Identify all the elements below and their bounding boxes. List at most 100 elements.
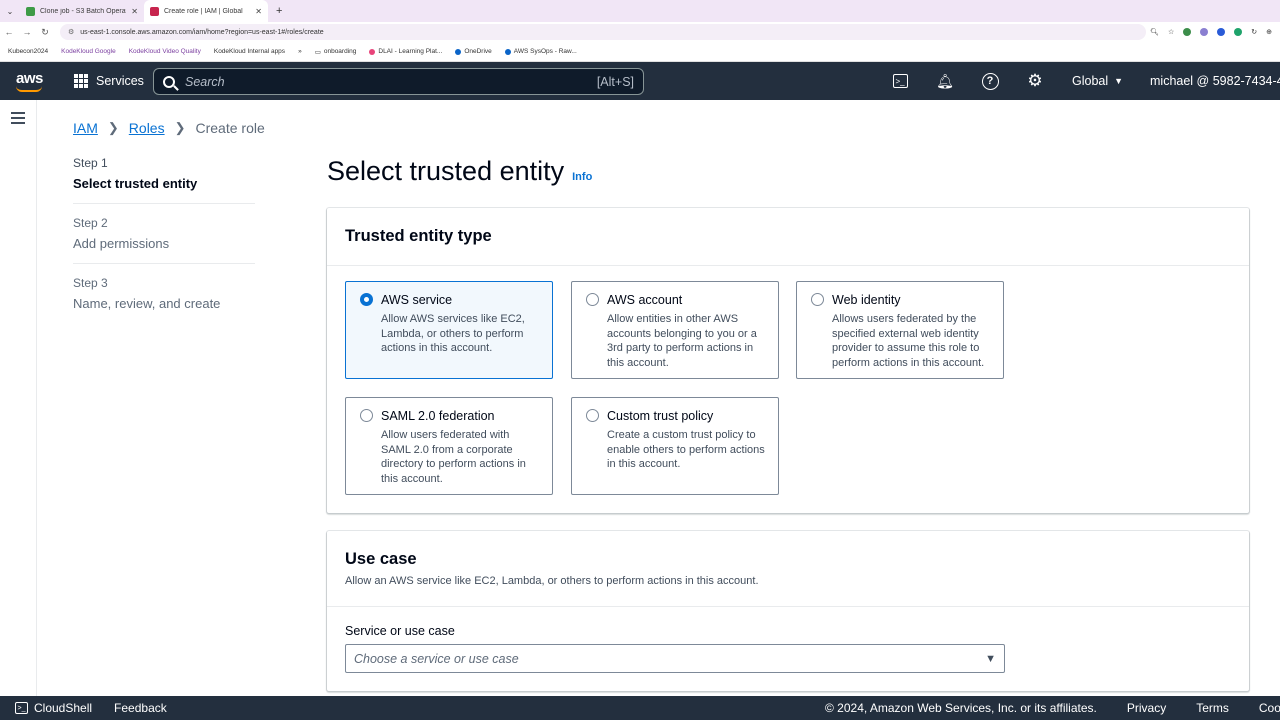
aws-logo[interactable]: aws bbox=[0, 62, 60, 100]
bookmark-item[interactable]: KodeKloud Google bbox=[61, 48, 116, 55]
search-icon bbox=[163, 75, 175, 88]
radio-button[interactable] bbox=[811, 293, 824, 306]
cloudshell-button[interactable]: >_ bbox=[890, 71, 910, 91]
bookmark-item[interactable]: Kubecon2024 bbox=[8, 48, 48, 55]
services-menu-button[interactable]: Services bbox=[74, 74, 144, 88]
browser-toolbar: ← → ↻ ⚙ us-east-1.console.aws.amazon.com… bbox=[0, 22, 1280, 42]
settings-button[interactable]: ⚙ bbox=[1025, 71, 1045, 91]
trusted-entity-options: AWS service Allow AWS services like EC2,… bbox=[345, 281, 1009, 495]
wizard-step-2: Step 2 Add permissions bbox=[73, 216, 255, 264]
cloudshell-footer-button[interactable]: >_ CloudShell bbox=[15, 701, 92, 715]
tab-close-icon[interactable]: ✕ bbox=[255, 7, 262, 16]
account-label: michael @ 5982-7434-42 bbox=[1150, 74, 1280, 88]
nav-utility-icons: >_ 🔔︎ ? ⚙ bbox=[890, 62, 1045, 100]
option-description: Allow AWS services like EC2, Lambda, or … bbox=[381, 313, 525, 354]
radio-button[interactable] bbox=[360, 409, 373, 422]
use-case-header: Use case Allow an AWS service like EC2, … bbox=[327, 531, 1249, 607]
extension-icon[interactable] bbox=[1234, 28, 1243, 36]
breadcrumb: IAM ❯ Roles ❯ Create role bbox=[73, 120, 265, 136]
account-menu[interactable]: michael @ 5982-7434-42 bbox=[1150, 62, 1280, 100]
option-custom-trust-policy[interactable]: Custom trust policy Create a custom trus… bbox=[571, 397, 779, 495]
bookmark-star-icon[interactable]: ☆ bbox=[1168, 28, 1174, 36]
browser-tab-clone-job[interactable]: Clone job - S3 Batch Operation ✕ bbox=[20, 0, 144, 22]
caret-down-icon: ▼ bbox=[1114, 76, 1124, 86]
step-number: Step 3 bbox=[73, 276, 108, 290]
step-title: Name, review, and create bbox=[73, 296, 221, 311]
option-description: Allow entities in other AWS accounts bel… bbox=[607, 313, 757, 369]
cookie-preferences-link[interactable]: Cookie prefer bbox=[1259, 701, 1280, 715]
help-button[interactable]: ? bbox=[980, 71, 1000, 91]
feedback-link[interactable]: Feedback bbox=[114, 701, 167, 715]
option-description: Create a custom trust policy to enable o… bbox=[607, 429, 765, 470]
tab-title: Clone job - S3 Batch Operation bbox=[40, 7, 126, 15]
folder-icon: ▭ bbox=[314, 48, 321, 56]
extension-icon[interactable] bbox=[1217, 28, 1226, 36]
extension-icon[interactable]: ↻ bbox=[1251, 28, 1257, 36]
hamburger-menu-icon[interactable] bbox=[11, 112, 25, 127]
extension-icon[interactable] bbox=[1183, 28, 1192, 36]
aws-top-nav: aws Services Search [Alt+S] >_ 🔔︎ ? ⚙ Gl… bbox=[0, 62, 1280, 100]
extension-icon[interactable] bbox=[1200, 28, 1209, 36]
forward-icon[interactable]: → bbox=[18, 27, 36, 37]
main-content: IAM ❯ Roles ❯ Create role Step 1 Select … bbox=[37, 100, 1280, 696]
step-title: Select trusted entity bbox=[73, 176, 198, 191]
option-title: AWS account bbox=[607, 293, 683, 307]
option-description: Allow users federated with SAML 2.0 from… bbox=[381, 429, 526, 485]
address-bar[interactable]: ⚙ us-east-1.console.aws.amazon.com/iam/h… bbox=[60, 24, 1146, 40]
option-title: Custom trust policy bbox=[607, 409, 714, 423]
service-use-case-select[interactable]: Choose a service or use case ▼ bbox=[345, 644, 1005, 673]
bookmark-item[interactable]: AWS SysOps - Raw... bbox=[504, 48, 577, 55]
new-tab-button[interactable]: + bbox=[268, 5, 282, 17]
aws-smile-icon bbox=[16, 86, 42, 92]
bookmark-item[interactable]: OneDrive bbox=[455, 48, 492, 55]
footer-links: © 2024, Amazon Web Services, Inc. or its… bbox=[825, 701, 1280, 715]
bookmarks-overflow-button[interactable]: » bbox=[298, 48, 302, 55]
info-link[interactable]: Info bbox=[572, 171, 592, 183]
option-title: Web identity bbox=[832, 293, 901, 307]
option-aws-service[interactable]: AWS service Allow AWS services like EC2,… bbox=[345, 281, 553, 379]
tab-search-icon[interactable]: ⌄ bbox=[0, 7, 20, 16]
option-saml-federation[interactable]: SAML 2.0 federation Allow users federate… bbox=[345, 397, 553, 495]
url-text: us-east-1.console.aws.amazon.com/iam/hom… bbox=[80, 28, 324, 36]
reload-icon[interactable]: ↻ bbox=[36, 27, 54, 38]
zoom-icon[interactable]: 🔍︎ bbox=[1150, 28, 1159, 36]
use-case-panel: Use case Allow an AWS service like EC2, … bbox=[327, 531, 1249, 691]
wizard-step-3: Step 3 Name, review, and create bbox=[73, 276, 255, 323]
step-number: Step 2 bbox=[73, 216, 108, 230]
bookmarks-bar: Kubecon2024 KodeKloud Google KodeKloud V… bbox=[0, 42, 1280, 62]
back-icon[interactable]: ← bbox=[0, 27, 18, 37]
chevron-right-icon: ❯ bbox=[107, 120, 119, 135]
search-shortcut-hint: [Alt+S] bbox=[596, 74, 634, 89]
bell-icon: 🔔︎ bbox=[936, 72, 954, 89]
terms-link[interactable]: Terms bbox=[1196, 701, 1229, 715]
option-description: Allows users federated by the specified … bbox=[832, 313, 985, 369]
panel-heading: Trusted entity type bbox=[327, 208, 1249, 266]
radio-button[interactable] bbox=[586, 293, 599, 306]
cloudshell-icon: >_ bbox=[15, 702, 28, 714]
search-input[interactable]: Search [Alt+S] bbox=[153, 68, 644, 95]
option-web-identity[interactable]: Web identity Allows users federated by t… bbox=[796, 281, 1004, 379]
console-footer: >_ CloudShell Feedback © 2024, Amazon We… bbox=[0, 696, 1280, 720]
gear-icon: ⚙ bbox=[1027, 71, 1043, 90]
page-title: Select trusted entity bbox=[327, 156, 565, 186]
region-label: Global bbox=[1072, 74, 1109, 88]
breadcrumb-roles[interactable]: Roles bbox=[129, 120, 165, 136]
privacy-link[interactable]: Privacy bbox=[1127, 701, 1166, 715]
radio-button[interactable] bbox=[586, 409, 599, 422]
bookmark-folder[interactable]: ▭ onboarding bbox=[315, 48, 357, 56]
bookmark-item[interactable]: KodeKloud Internal apps bbox=[214, 48, 285, 55]
help-icon: ? bbox=[981, 72, 999, 90]
bookmark-item[interactable]: KodeKloud Video Quality bbox=[129, 48, 201, 55]
notifications-button[interactable]: 🔔︎ bbox=[935, 71, 955, 91]
site-info-icon[interactable]: ⚙ bbox=[68, 28, 74, 36]
breadcrumb-current: Create role bbox=[195, 120, 265, 136]
radio-button[interactable] bbox=[360, 293, 373, 306]
breadcrumb-iam[interactable]: IAM bbox=[73, 120, 98, 136]
cloud-icon bbox=[504, 48, 511, 55]
tab-close-icon[interactable]: ✕ bbox=[131, 7, 138, 16]
option-aws-account[interactable]: AWS account Allow entities in other AWS … bbox=[571, 281, 779, 379]
browser-tab-create-role[interactable]: Create role | IAM | Global ✕ bbox=[144, 0, 268, 22]
region-selector[interactable]: Global ▼ bbox=[1072, 62, 1123, 100]
extension-icon[interactable]: ⊕ bbox=[1266, 28, 1272, 36]
bookmark-item[interactable]: DLAI - Learning Plat... bbox=[369, 48, 442, 55]
